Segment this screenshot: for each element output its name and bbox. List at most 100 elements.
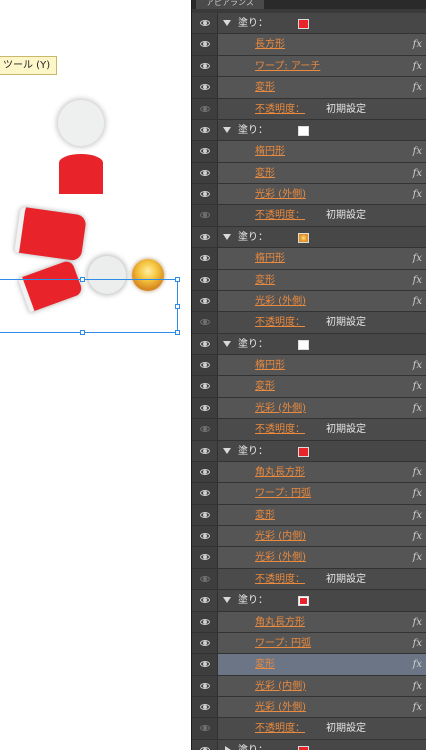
eye-icon[interactable] <box>200 639 210 646</box>
effect-row[interactable]: 変形 fx <box>192 376 426 398</box>
visibility-column[interactable] <box>192 547 218 568</box>
eye-icon[interactable] <box>200 447 210 454</box>
effect-link[interactable]: 長方形 <box>255 34 285 54</box>
effect-link[interactable]: 光彩 (外側) <box>255 697 306 717</box>
fill-color-swatch[interactable] <box>298 19 309 29</box>
fx-icon[interactable]: fx <box>413 376 422 396</box>
fx-icon[interactable]: fx <box>413 612 422 632</box>
fill-row[interactable]: 塗り： <box>192 739 426 750</box>
opacity-link[interactable]: 不透明度： <box>255 312 305 332</box>
effect-row[interactable]: 光彩 (外側) fx <box>192 184 426 206</box>
eye-icon[interactable] <box>200 704 210 710</box>
selection-bounding-box[interactable] <box>0 277 180 335</box>
visibility-column[interactable] <box>192 590 218 611</box>
fx-icon[interactable]: fx <box>413 141 422 161</box>
opacity-row[interactable]: 不透明度： 初期設定 <box>192 98 426 120</box>
eye-icon[interactable] <box>200 661 210 668</box>
fill-row[interactable]: 塗り： <box>192 226 426 249</box>
fx-icon[interactable]: fx <box>413 398 422 418</box>
opacity-row[interactable]: 不透明度： 初期設定 <box>192 205 426 227</box>
eye-icon[interactable] <box>200 255 210 262</box>
opacity-link[interactable]: 不透明度： <box>255 419 305 439</box>
visibility-column[interactable] <box>192 184 218 205</box>
red-cup-shape-large[interactable] <box>14 206 87 262</box>
visibility-column[interactable] <box>192 290 218 312</box>
fill-row[interactable]: 塗り： <box>192 440 426 462</box>
eye-icon[interactable] <box>200 533 210 539</box>
effect-row[interactable]: ワープ: アーチ fx <box>192 55 426 78</box>
effect-row[interactable]: 楕円形 fx <box>192 355 426 377</box>
opacity-row[interactable]: 不透明度： 初期設定 <box>192 568 426 591</box>
effect-link[interactable]: 光彩 (外側) <box>255 184 306 204</box>
effect-link[interactable]: 光彩 (外側) <box>255 291 306 311</box>
chevron-down-icon[interactable] <box>223 126 231 133</box>
eye-icon[interactable] <box>200 426 210 433</box>
fx-icon[interactable]: fx <box>413 34 422 54</box>
selection-handle[interactable] <box>175 304 180 309</box>
effect-row[interactable]: 楕円形 fx <box>192 141 426 163</box>
visibility-column[interactable] <box>192 34 218 55</box>
visibility-column[interactable] <box>192 739 218 750</box>
opacity-link[interactable]: 不透明度： <box>255 569 305 589</box>
effect-row[interactable]: ワープ: 円弧 fx <box>192 483 426 505</box>
effect-link[interactable]: 楕円形 <box>255 248 285 268</box>
selection-handle[interactable] <box>80 277 85 282</box>
effect-row[interactable]: ワープ: 円弧 fx <box>192 632 426 655</box>
visibility-column[interactable] <box>192 483 218 504</box>
visibility-column[interactable] <box>192 504 218 525</box>
red-arch-shape[interactable] <box>59 154 103 194</box>
fill-color-swatch[interactable] <box>298 125 309 136</box>
selection-handle[interactable] <box>175 330 180 335</box>
fx-icon[interactable]: fx <box>413 270 422 290</box>
fill-row[interactable]: 塗り： <box>192 119 426 142</box>
opacity-row[interactable]: 不透明度： 初期設定 <box>192 312 426 334</box>
effect-link[interactable]: 光彩 (内側) <box>255 526 306 546</box>
eye-icon[interactable] <box>200 682 210 689</box>
visibility-column[interactable] <box>192 98 218 119</box>
visibility-column[interactable] <box>192 440 218 461</box>
chevron-down-icon[interactable] <box>223 340 231 347</box>
fill-color-swatch[interactable] <box>298 232 309 243</box>
effect-row[interactable]: 光彩 (内側) fx <box>192 675 426 697</box>
fx-icon[interactable]: fx <box>413 676 422 696</box>
effect-row[interactable]: 角丸長方形 fx <box>192 611 426 633</box>
chevron-down-icon[interactable] <box>223 447 231 454</box>
fx-icon[interactable]: fx <box>413 505 422 525</box>
fx-icon[interactable]: fx <box>413 697 422 717</box>
visibility-column[interactable] <box>192 162 218 183</box>
fill-color-swatch[interactable] <box>298 596 309 607</box>
fill-color-swatch[interactable] <box>298 339 309 350</box>
eye-icon[interactable] <box>200 148 210 155</box>
effect-row[interactable]: 光彩 (外側) fx <box>192 397 426 420</box>
effect-row[interactable]: 光彩 (外側) fx <box>192 547 426 569</box>
effect-link[interactable]: ワープ: 円弧 <box>255 633 311 653</box>
effect-row[interactable]: 楕円形 fx <box>192 248 426 270</box>
fx-icon[interactable]: fx <box>413 483 422 503</box>
eye-icon[interactable] <box>200 468 210 475</box>
effect-row[interactable]: 長方形 fx <box>192 34 426 56</box>
eye-icon[interactable] <box>200 212 210 219</box>
fx-icon[interactable]: fx <box>413 462 422 482</box>
visibility-column[interactable] <box>192 312 218 333</box>
visibility-column[interactable] <box>192 419 218 440</box>
opacity-link[interactable]: 不透明度： <box>255 99 305 119</box>
effect-row[interactable]: 光彩 (外側) fx <box>192 290 426 313</box>
visibility-column[interactable] <box>192 13 218 34</box>
fx-icon[interactable]: fx <box>413 291 422 311</box>
chevron-down-icon[interactable] <box>223 233 231 240</box>
visibility-column[interactable] <box>192 654 218 675</box>
eye-icon[interactable] <box>200 105 210 112</box>
chevron-down-icon[interactable] <box>223 597 231 604</box>
fx-icon[interactable]: fx <box>413 248 422 268</box>
effect-link[interactable]: 変形 <box>255 77 275 97</box>
selection-handle[interactable] <box>175 277 180 282</box>
effect-link[interactable]: 変形 <box>255 270 275 290</box>
visibility-column[interactable] <box>192 461 218 483</box>
effect-row[interactable]: 光彩 (外側) fx <box>192 697 426 719</box>
visibility-column[interactable] <box>192 55 218 77</box>
effect-link[interactable]: 変形 <box>255 376 275 396</box>
effect-link[interactable]: 光彩 (外側) <box>255 398 306 418</box>
opacity-row[interactable]: 不透明度： 初期設定 <box>192 718 426 740</box>
eye-icon[interactable] <box>200 20 210 26</box>
fill-row[interactable]: 塗り： <box>192 590 426 612</box>
